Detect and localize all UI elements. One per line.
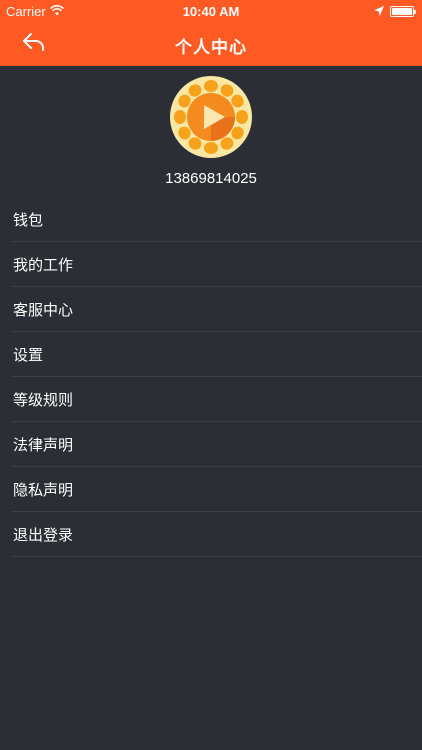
menu-item-label: 法律声明 [13,435,74,454]
menu-item-label: 隐私声明 [13,480,74,499]
status-right [374,4,416,19]
menu-item-level-rules[interactable]: 等级规则 [12,377,422,422]
menu-item-privacy-notice[interactable]: 隐私声明 [12,467,422,512]
menu-item-my-work[interactable]: 我的工作 [12,242,422,287]
page-title: 个人中心 [175,38,247,58]
menu-item-wallet[interactable]: 钱包 [12,197,422,242]
profile-header: 13869814025 [0,66,422,196]
menu-item-label: 钱包 [13,210,44,229]
avatar[interactable] [170,76,252,158]
menu-item-customer-service[interactable]: 客服中心 [12,287,422,332]
menu-item-settings[interactable]: 设置 [12,332,422,377]
menu-item-label: 等级规则 [13,390,74,409]
location-arrow-icon [374,4,384,19]
nav-bar: 个人中心 [0,22,422,66]
battery-icon [390,6,416,17]
status-time: 10:40 AM [182,4,240,19]
menu-item-label: 设置 [13,345,44,364]
menu-list: 钱包 我的工作 客服中心 设置 等级规则 法律声明 隐私声明 退出登录 [12,197,422,557]
menu-item-label: 我的工作 [13,255,74,274]
menu-item-legal-notice[interactable]: 法律声明 [12,422,422,467]
menu-item-label: 客服中心 [13,300,74,319]
phone-number: 13869814025 [165,170,257,187]
menu-item-label: 退出登录 [13,525,74,544]
play-logo-icon [170,76,252,158]
status-bar: Carrier 10:40 AM [0,0,422,22]
menu-item-logout[interactable]: 退出登录 [12,512,422,557]
